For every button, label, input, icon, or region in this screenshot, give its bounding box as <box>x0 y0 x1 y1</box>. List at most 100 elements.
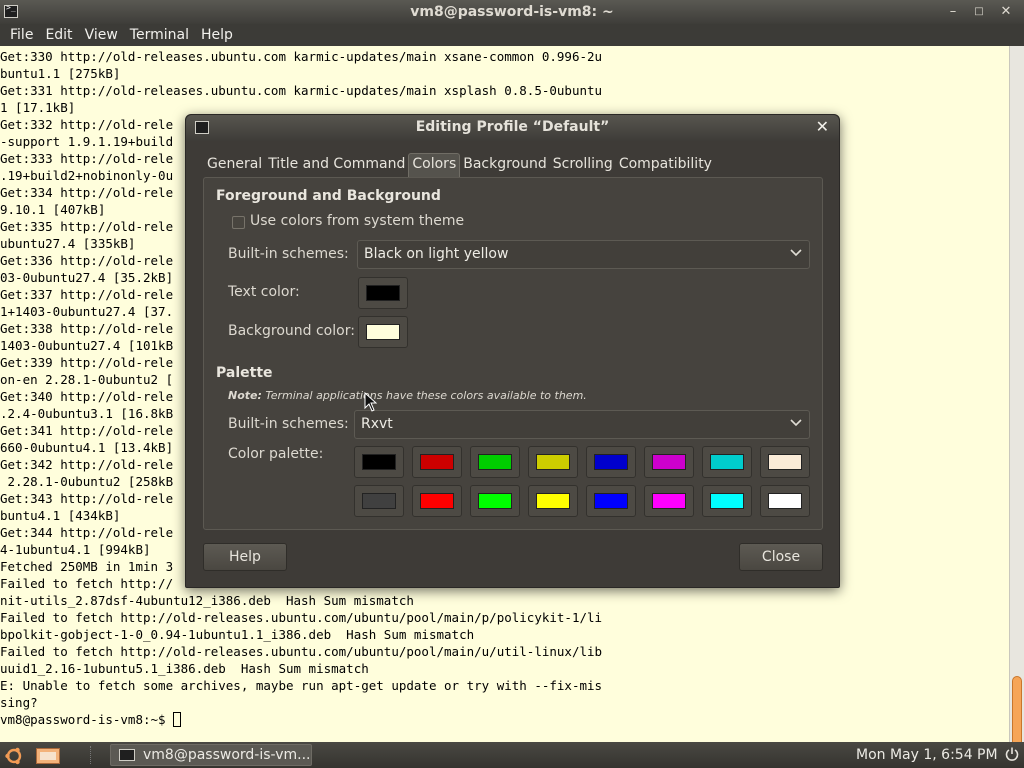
tab-scrolling[interactable]: Scrolling <box>550 153 616 177</box>
terminal-icon <box>119 749 135 761</box>
taskbar-terminal-label: vm8@password-is-vm... <box>143 747 311 763</box>
terminal-line: sing? <box>0 695 38 710</box>
terminal-line: buntu1.1 [275kB] <box>0 66 121 81</box>
palette-color-button[interactable] <box>528 446 578 478</box>
menu-file[interactable]: File <box>4 27 39 43</box>
palette-color-swatch <box>478 493 512 509</box>
palette-color-button[interactable] <box>644 485 694 517</box>
minimize-button[interactable]: – <box>944 3 962 21</box>
dialog-titlebar: Editing Profile “Default” ✕ <box>186 115 839 141</box>
palette-color-button[interactable] <box>586 485 636 517</box>
terminal-line: nit-utils_2.87dsf-4ubuntu12_i386.deb Has… <box>0 593 414 608</box>
terminal-line: Failed to fetch http://old-releases.ubun… <box>0 644 603 659</box>
palette-color-button[interactable] <box>354 446 404 478</box>
dialog-close-icon[interactable]: ✕ <box>816 117 829 136</box>
taskbar-separator <box>90 746 106 764</box>
palette-color-button[interactable] <box>702 446 752 478</box>
palette-color-swatch <box>594 454 628 470</box>
palette-color-button[interactable] <box>470 485 520 517</box>
palette-color-swatch <box>478 454 512 470</box>
power-icon[interactable] <box>1004 746 1020 762</box>
palette-heading: Palette <box>216 365 273 381</box>
close-window-button[interactable]: ✕ <box>997 3 1015 21</box>
menu-help[interactable]: Help <box>195 27 239 43</box>
palette-color-swatch <box>768 493 802 509</box>
chevron-down-icon <box>790 249 802 257</box>
clock[interactable]: Mon May 1, 6:54 PM <box>856 747 998 763</box>
terminal-line: Get:330 http://old-releases.ubuntu.com k… <box>0 49 603 64</box>
use-system-colors-checkbox[interactable] <box>232 216 245 229</box>
palette-color-button[interactable] <box>412 485 462 517</box>
palette-color-button[interactable] <box>470 446 520 478</box>
fg-schemes-select[interactable]: Black on light yellow <box>357 240 810 269</box>
palette-color-button[interactable] <box>760 485 810 517</box>
use-system-colors-label[interactable]: Use colors from system theme <box>250 213 464 229</box>
terminal-scrollbar[interactable] <box>1009 46 1024 768</box>
palette-color-button[interactable] <box>412 446 462 478</box>
terminal-line: E: Unable to fetch some archives, maybe … <box>0 678 603 693</box>
menu-terminal[interactable]: Terminal <box>124 27 195 43</box>
palette-color-swatch <box>594 493 628 509</box>
menubar: File Edit View Terminal Help <box>0 24 1024 46</box>
palette-color-button[interactable] <box>644 446 694 478</box>
help-button[interactable]: Help <box>203 543 287 571</box>
terminal-line: Failed to fetch http://old-releases.ubun… <box>0 610 603 625</box>
ubuntu-logo-icon[interactable] <box>4 746 24 766</box>
bg-color-label: Background color: <box>228 323 355 339</box>
palette-color-swatch <box>362 454 396 470</box>
text-color-swatch <box>366 285 400 301</box>
palette-color-swatch <box>536 454 570 470</box>
mouse-pointer-icon <box>364 392 377 412</box>
tab-bar: General Title and Command Colors Backgro… <box>204 151 715 177</box>
tab-compatibility[interactable]: Compatibility <box>616 153 715 177</box>
fg-schemes-value: Black on light yellow <box>364 246 509 262</box>
palette-color-button[interactable] <box>354 485 404 517</box>
bg-color-swatch <box>366 324 400 340</box>
palette-color-swatch <box>536 493 570 509</box>
taskbar-terminal-item[interactable]: vm8@password-is-vm... <box>110 744 312 766</box>
fg-schemes-label: Built-in schemes: <box>228 246 349 262</box>
terminal-icon <box>4 3 18 18</box>
menu-edit[interactable]: Edit <box>39 27 78 43</box>
palette-color-swatch <box>420 454 454 470</box>
palette-color-swatch <box>652 454 686 470</box>
terminal-line: uuid1_2.16-1ubuntu5.1_i386.deb Hash Sum … <box>0 661 369 676</box>
bg-color-button[interactable] <box>358 316 408 348</box>
show-desktop-icon[interactable] <box>36 748 60 764</box>
tab-background[interactable]: Background <box>460 153 550 177</box>
text-color-button[interactable] <box>358 277 408 309</box>
fg-bg-heading: Foreground and Background <box>216 188 441 204</box>
window-title: vm8@password-is-vm8: ~ <box>410 4 614 20</box>
terminal-line: Get:331 http://old-releases.ubuntu.com k… <box>0 83 603 98</box>
cursor <box>173 712 182 727</box>
palette-schemes-label: Built-in schemes: <box>228 416 349 432</box>
palette-color-swatch <box>420 493 454 509</box>
dialog-title: Editing Profile “Default” <box>415 119 610 135</box>
palette-color-swatch <box>652 493 686 509</box>
palette-color-button[interactable] <box>702 485 752 517</box>
tab-general[interactable]: General <box>204 153 265 177</box>
colors-panel: Foreground and Background Use colors fro… <box>203 177 823 530</box>
palette-schemes-select[interactable]: Rxvt <box>354 410 810 439</box>
palette-color-swatch <box>768 454 802 470</box>
palette-color-button[interactable] <box>760 446 810 478</box>
palette-color-button[interactable] <box>528 485 578 517</box>
maximize-button[interactable]: □ <box>970 3 988 21</box>
taskbar: vm8@password-is-vm... Mon May 1, 6:54 PM <box>0 742 1024 768</box>
palette-color-swatch <box>710 454 744 470</box>
menu-view[interactable]: View <box>79 27 124 43</box>
editing-profile-dialog: Editing Profile “Default” ✕ General Titl… <box>185 114 840 588</box>
tab-colors[interactable]: Colors <box>408 153 461 177</box>
palette-color-swatch <box>710 493 744 509</box>
terminal-prompt-line[interactable]: vm8@password-is-vm8:~$ <box>0 711 1009 728</box>
window-titlebar: vm8@password-is-vm8: ~ – □ ✕ <box>0 0 1024 24</box>
palette-color-swatch <box>362 493 396 509</box>
tab-title-and-command[interactable]: Title and Command <box>265 153 408 177</box>
close-button[interactable]: Close <box>739 543 823 571</box>
palette-schemes-value: Rxvt <box>361 416 393 432</box>
prompt: vm8@password-is-vm8:~$ <box>0 712 174 727</box>
chevron-down-icon <box>790 419 802 427</box>
color-palette-label: Color palette: <box>228 446 324 462</box>
palette-color-button[interactable] <box>586 446 636 478</box>
text-color-label: Text color: <box>228 284 300 300</box>
